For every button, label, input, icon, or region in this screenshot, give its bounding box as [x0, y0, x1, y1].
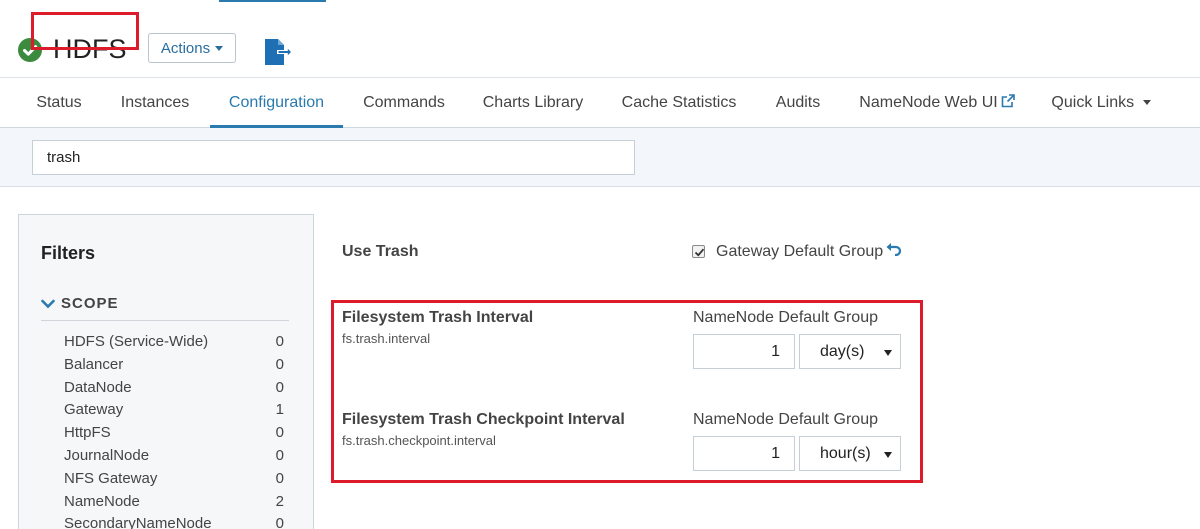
tab-cache-statistics[interactable]: Cache Statistics — [604, 78, 754, 128]
tab-commands[interactable]: Commands — [346, 78, 462, 128]
scope-item-secondarynamenode[interactable]: SecondaryNameNode 0 — [64, 515, 284, 529]
tab-quick-links-label: Quick Links — [1051, 94, 1135, 111]
group-label-namenode: NameNode Default Group — [693, 309, 878, 326]
trash-interval-input[interactable] — [693, 334, 795, 369]
tab-namenode-web-ui-label: NameNode Web UI — [859, 94, 998, 111]
chevron-down-icon — [41, 299, 55, 309]
tab-configuration[interactable]: Configuration — [210, 78, 343, 129]
tab-status[interactable]: Status — [18, 78, 100, 128]
config-name-use-trash: Use Trash — [342, 243, 419, 260]
check-icon — [694, 248, 705, 257]
checkpoint-interval-unit-value: hour(s) — [820, 445, 870, 462]
config-name-trash-interval: Filesystem Trash Interval — [342, 309, 534, 326]
service-header: HDFS Actions — [0, 0, 1200, 78]
scope-item-count: 0 — [275, 515, 284, 529]
scope-item-count: 0 — [275, 333, 284, 350]
scope-item-hdfs-service-wide[interactable]: HDFS (Service-Wide) 0 — [64, 333, 284, 355]
undo-icon[interactable] — [886, 242, 902, 256]
filters-panel: Filters SCOPE HDFS (Service-Wide) 0 Bala… — [18, 214, 314, 529]
scope-item-count: 0 — [275, 470, 284, 487]
scope-item-balancer[interactable]: Balancer 0 — [64, 356, 284, 378]
scope-label: SCOPE — [61, 295, 119, 312]
scope-item-count: 0 — [275, 379, 284, 396]
tab-quick-links[interactable]: Quick Links — [1036, 78, 1166, 128]
scope-item-name: HDFS (Service-Wide) — [64, 333, 209, 350]
group-label-gateway: Gateway Default Group — [716, 243, 884, 260]
scope-item-count: 0 — [275, 356, 284, 373]
scope-item-count: 0 — [275, 447, 284, 464]
external-link-icon — [1001, 94, 1015, 108]
caret-down-icon — [884, 350, 892, 356]
scope-item-nfs-gateway[interactable]: NFS Gateway 0 — [64, 470, 284, 492]
config-name-checkpoint-interval: Filesystem Trash Checkpoint Interval — [342, 411, 625, 428]
search-band — [0, 128, 1200, 187]
search-input[interactable] — [32, 140, 635, 175]
check-circle-icon — [18, 38, 42, 62]
scope-item-name: NFS Gateway — [64, 470, 158, 487]
scope-item-name: SecondaryNameNode — [64, 515, 212, 529]
use-trash-checkbox[interactable] — [692, 245, 705, 258]
checkpoint-interval-unit-select[interactable]: hour(s) — [799, 436, 901, 471]
scope-item-name: NameNode — [64, 493, 140, 510]
scope-item-name: DataNode — [64, 379, 132, 396]
scope-item-name: Balancer — [64, 356, 124, 373]
scope-item-gateway[interactable]: Gateway 1 — [64, 401, 284, 423]
scope-item-count: 1 — [275, 401, 284, 418]
tab-audits[interactable]: Audits — [758, 78, 838, 128]
caret-down-icon — [215, 45, 224, 51]
scope-item-name: Gateway — [64, 401, 124, 418]
config-key-trash-interval: fs.trash.interval — [342, 331, 431, 346]
scope-item-datanode[interactable]: DataNode 0 — [64, 379, 284, 401]
scope-item-count: 2 — [275, 493, 284, 510]
filters-title: Filters — [41, 243, 96, 263]
scope-item-name: JournalNode — [64, 447, 150, 464]
trash-interval-unit-select[interactable]: day(s) — [799, 334, 901, 369]
scope-item-journalnode[interactable]: JournalNode 0 — [64, 447, 284, 469]
actions-button[interactable]: Actions — [148, 33, 236, 63]
scope-item-name: HttpFS — [64, 424, 111, 441]
scope-item-count: 0 — [275, 424, 284, 441]
caret-down-icon — [884, 452, 892, 458]
trash-interval-unit-value: day(s) — [820, 343, 865, 360]
tab-instances[interactable]: Instances — [103, 78, 207, 128]
group-label-namenode: NameNode Default Group — [693, 411, 878, 428]
scope-header[interactable]: SCOPE — [41, 295, 289, 321]
config-key-checkpoint-interval: fs.trash.checkpoint.interval — [342, 433, 496, 448]
tab-bar: Status Instances Configuration Commands … — [0, 78, 1200, 129]
export-file-icon[interactable] — [263, 38, 293, 66]
actions-label: Actions — [160, 39, 211, 57]
scope-item-httpfs[interactable]: HttpFS 0 — [64, 424, 284, 446]
page-title: HDFS — [53, 34, 127, 64]
tab-namenode-web-ui[interactable]: NameNode Web UI — [842, 78, 1032, 128]
tab-charts-library[interactable]: Charts Library — [466, 78, 600, 128]
scope-item-namenode[interactable]: NameNode 2 — [64, 493, 284, 515]
checkpoint-interval-input[interactable] — [693, 436, 795, 471]
caret-down-icon — [1142, 100, 1151, 105]
